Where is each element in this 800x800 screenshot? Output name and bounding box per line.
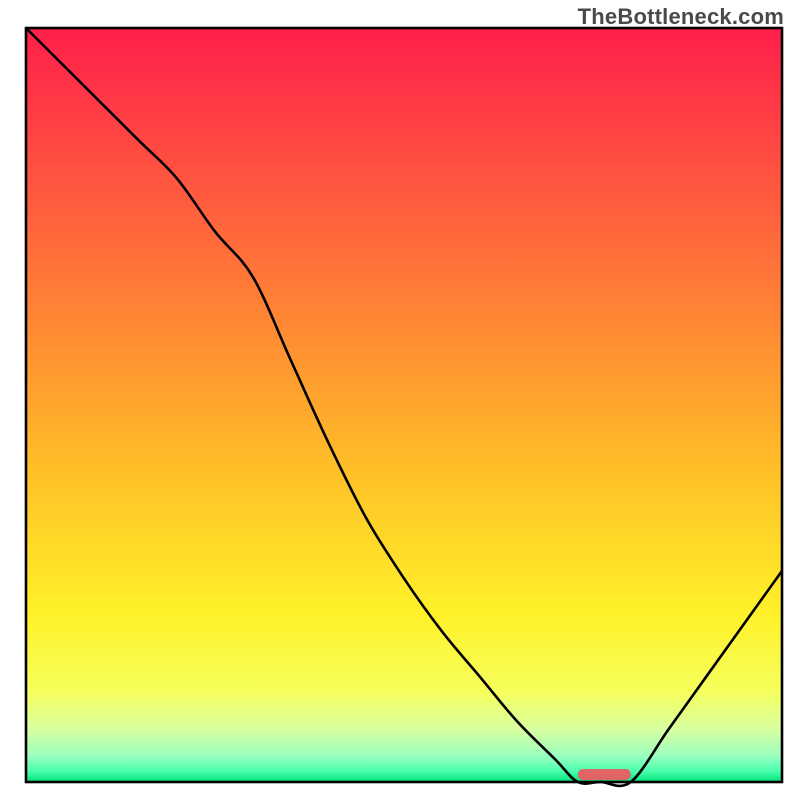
optimal-marker <box>578 769 631 780</box>
chart-container: TheBottleneck.com <box>0 0 800 800</box>
bottleneck-chart <box>0 0 800 800</box>
